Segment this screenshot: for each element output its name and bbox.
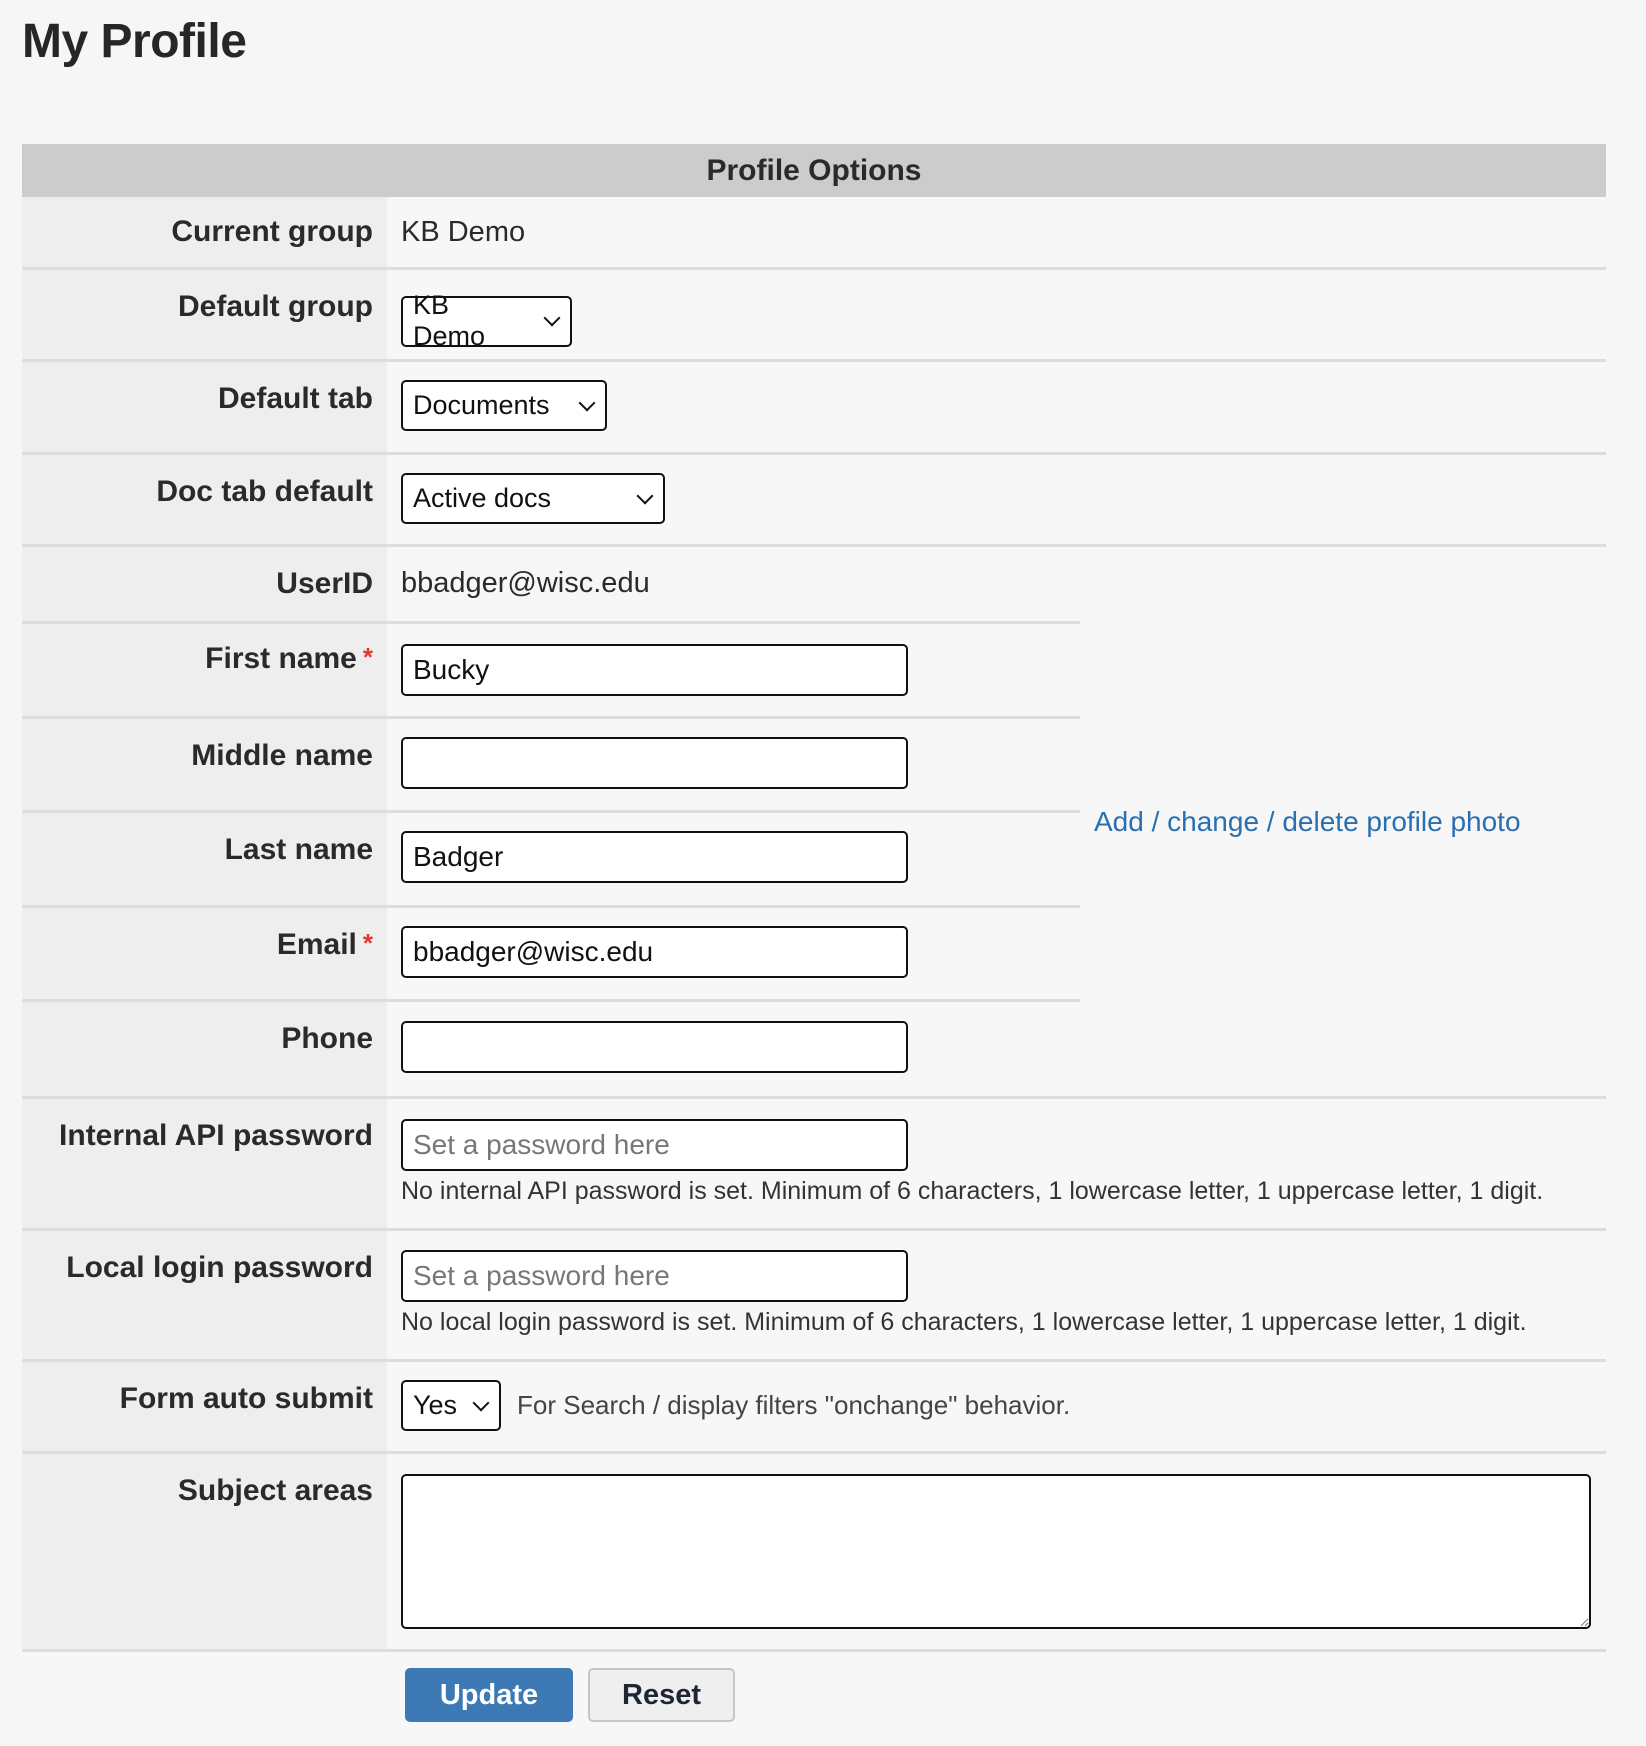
doc-tab-default-label: Doc tab default	[22, 455, 387, 544]
email-input[interactable]	[401, 926, 908, 978]
default-tab-select[interactable]: Documents	[401, 380, 607, 431]
local-password-input[interactable]	[401, 1250, 908, 1302]
first-name-label: First name	[205, 642, 357, 675]
form-auto-submit-selected: Yes	[413, 1390, 458, 1420]
row-current-group: Current group KB Demo	[22, 197, 1606, 270]
subject-areas-label: Subject areas	[22, 1454, 387, 1649]
row-middle-name: Middle name	[22, 719, 1080, 813]
middle-name-label: Middle name	[22, 719, 387, 810]
form-actions: Update Reset	[22, 1652, 1606, 1742]
current-group-value: KB Demo	[387, 197, 1606, 267]
chevron-down-icon	[636, 487, 654, 504]
row-default-group: Default group KB Demo	[22, 270, 1606, 362]
row-subject-areas: Subject areas	[22, 1454, 1606, 1652]
local-password-label: Local login password	[22, 1231, 387, 1359]
form-auto-submit-hint: For Search / display filters "onchange" …	[517, 1390, 1071, 1420]
email-label: Email	[276, 928, 357, 961]
form-auto-submit-label: Form auto submit	[22, 1362, 387, 1451]
chevron-down-icon	[543, 309, 561, 327]
doc-tab-default-selected: Active docs	[413, 483, 552, 513]
subject-areas-textarea[interactable]	[401, 1474, 1591, 1629]
row-email: Email *	[22, 908, 1080, 1002]
row-last-name: Last name	[22, 813, 1080, 908]
api-password-label: Internal API password	[22, 1099, 387, 1228]
row-phone: Phone	[22, 1002, 1080, 1096]
api-password-input[interactable]	[401, 1119, 908, 1171]
row-form-auto-submit: Form auto submit Yes For Search / displa…	[22, 1362, 1606, 1454]
profile-photo-link[interactable]: Add / change / delete profile photo	[1094, 806, 1521, 838]
row-api-password: Internal API password No internal API pa…	[22, 1099, 1606, 1231]
page-title: My Profile	[22, 15, 247, 68]
table-header: Profile Options	[22, 144, 1606, 197]
phone-input[interactable]	[401, 1021, 908, 1073]
row-first-name: First name *	[22, 624, 1080, 719]
row-local-password: Local login password No local login pass…	[22, 1231, 1606, 1362]
local-password-hint: No local login password is set. Minimum …	[401, 1308, 1527, 1336]
middle-name-input[interactable]	[401, 737, 908, 789]
first-name-input[interactable]	[401, 644, 908, 696]
row-default-tab: Default tab Documents	[22, 362, 1606, 455]
default-group-selected: KB Demo	[413, 290, 486, 351]
update-button[interactable]: Update	[405, 1668, 573, 1722]
default-group-label: Default group	[22, 270, 387, 359]
phone-label: Phone	[22, 1002, 387, 1096]
profile-options-table: Profile Options Current group KB Demo De…	[22, 144, 1606, 1742]
current-group-label: Current group	[22, 197, 387, 267]
personal-info-section: UserID bbadger@wisc.edu First name* Midd…	[22, 547, 1606, 1096]
userid-value: bbadger@wisc.edu	[387, 547, 1080, 621]
last-name-label: Last name	[22, 813, 387, 905]
userid-label: UserID	[22, 547, 387, 621]
form-auto-submit-select[interactable]: Yes	[401, 1380, 501, 1431]
last-name-input[interactable]	[401, 831, 908, 883]
default-tab-selected: Documents	[413, 390, 550, 420]
row-userid: UserID bbadger@wisc.edu	[22, 547, 1080, 624]
chevron-down-icon	[578, 394, 596, 411]
required-marker: *	[362, 928, 373, 958]
default-tab-label: Default tab	[22, 362, 387, 452]
default-group-select[interactable]: KB Demo	[401, 290, 572, 351]
row-doc-tab-default: Doc tab default Active docs	[22, 455, 1606, 547]
chevron-down-icon	[472, 1394, 490, 1411]
doc-tab-default-select[interactable]: Active docs	[401, 473, 665, 524]
api-password-hint: No internal API password is set. Minimum…	[401, 1177, 1544, 1205]
required-marker: *	[362, 642, 373, 672]
reset-button[interactable]: Reset	[588, 1668, 735, 1722]
